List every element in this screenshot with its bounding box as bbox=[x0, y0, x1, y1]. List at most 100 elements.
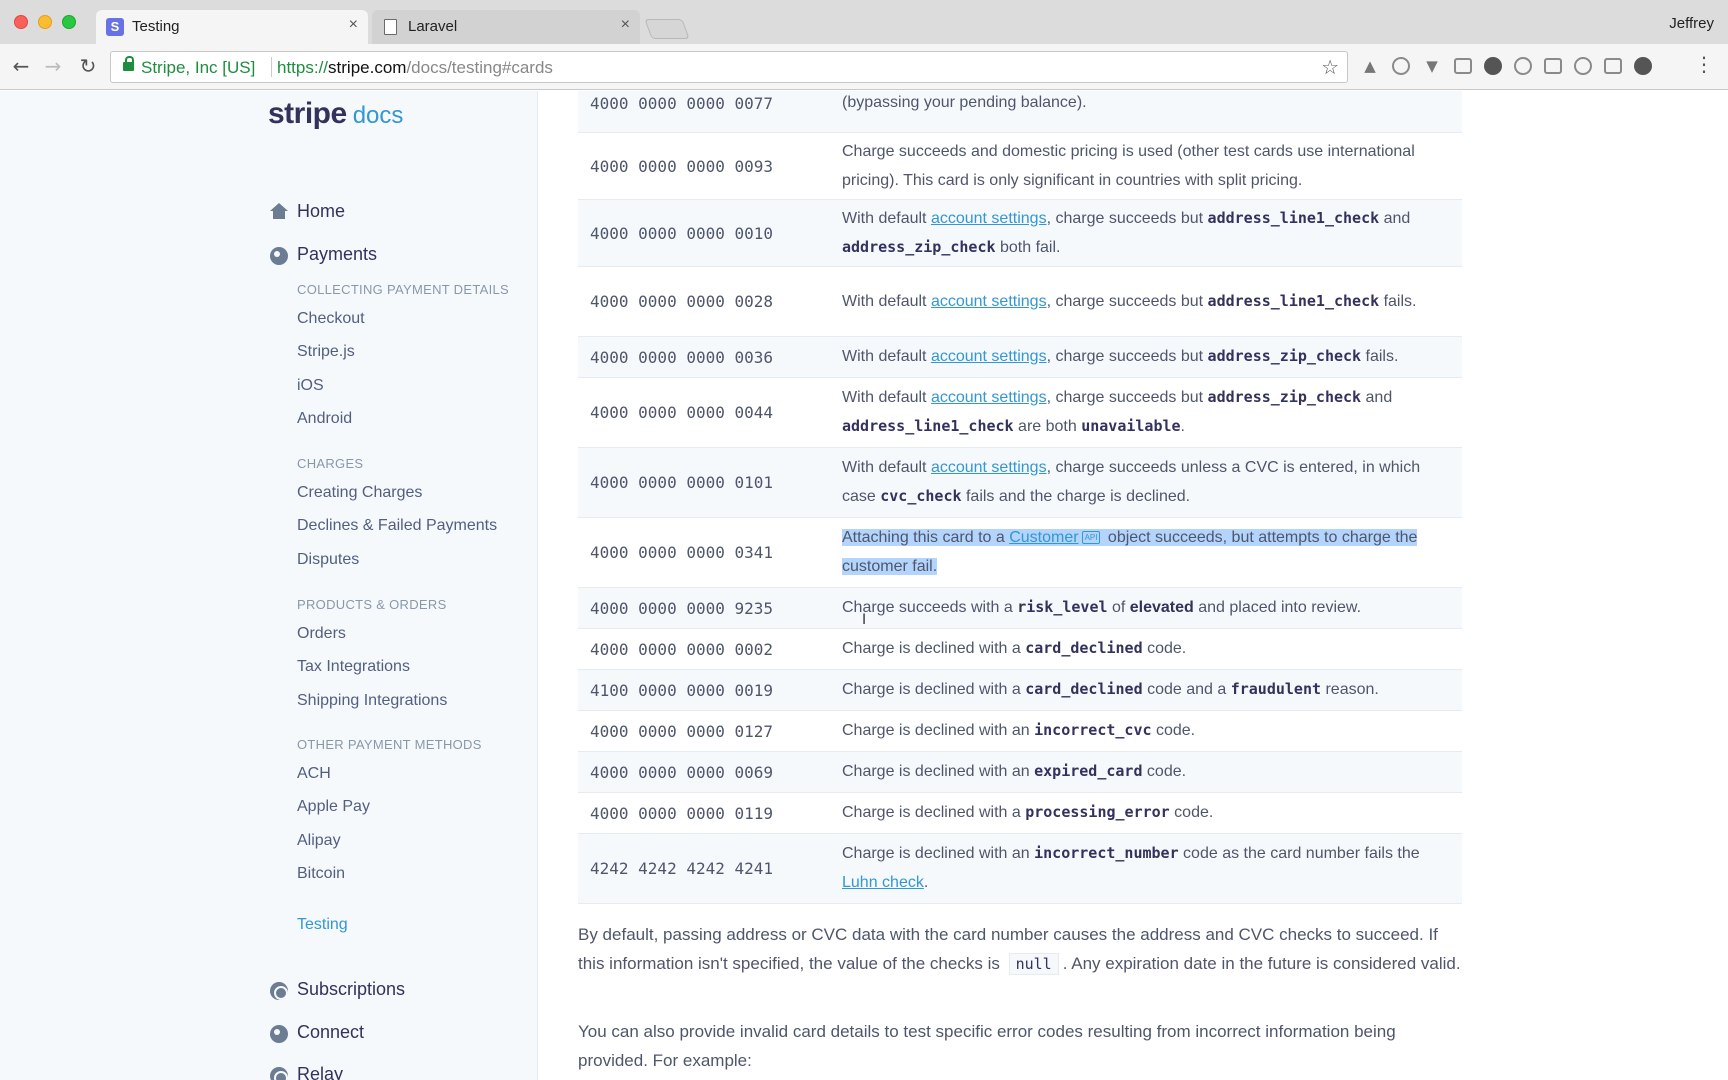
card-number[interactable]: 4000 0000 0000 0002 bbox=[578, 629, 842, 670]
sidebar-item-bitcoin[interactable]: Bitcoin bbox=[297, 865, 345, 883]
sidebar-item-stripejs[interactable]: Stripe.js bbox=[297, 343, 355, 361]
relay-icon bbox=[270, 1067, 288, 1080]
sidebar-item-creating-charges[interactable]: Creating Charges bbox=[297, 484, 422, 502]
card-description: With default account settings, charge su… bbox=[842, 388, 1393, 435]
account-settings-link[interactable]: account settings bbox=[931, 293, 1047, 310]
extension-icons: ▲ ▼ bbox=[1360, 56, 1652, 78]
sidebar-item-disputes[interactable]: Disputes bbox=[297, 551, 359, 569]
new-tab-button[interactable] bbox=[644, 19, 690, 39]
sidebar-item-ios[interactable]: iOS bbox=[297, 377, 324, 395]
sidebar-item-orders[interactable]: Orders bbox=[297, 625, 346, 643]
luhn-check-link[interactable]: Luhn check bbox=[842, 874, 924, 891]
browser-menu-icon[interactable]: ⋮ bbox=[1694, 54, 1714, 74]
account-settings-link[interactable]: account settings bbox=[931, 348, 1047, 365]
account-settings-link[interactable]: account settings bbox=[931, 459, 1047, 476]
card-number[interactable]: 4000 0000 0000 9235 bbox=[578, 588, 842, 629]
address-bar[interactable]: Stripe, Inc [US] https://stripe.com/docs… bbox=[110, 51, 1348, 83]
default-checks-paragraph: By default, passing address or CVC data … bbox=[578, 925, 1461, 975]
card-number[interactable]: 4000 0000 0000 0036 bbox=[578, 337, 842, 378]
ev-certificate-label[interactable]: Stripe, Inc [US] bbox=[141, 58, 255, 78]
extension-skype-icon[interactable] bbox=[1574, 57, 1592, 75]
card-description: Charge succeeds and domestic pricing is … bbox=[842, 142, 1415, 189]
tab-laravel[interactable]: Laravel × bbox=[372, 10, 640, 44]
card-description: Charge is declined with a card_declined … bbox=[842, 639, 1187, 657]
docs-sidebar: stripe docs Home Payments COLLECTING PAYM… bbox=[0, 91, 538, 1080]
card-number[interactable]: 4000 0000 0000 0101 bbox=[578, 448, 842, 518]
card-number[interactable]: 4242 4242 4242 4241 bbox=[578, 834, 842, 904]
browser-tab-bar: S Testing × Laravel × Jeffrey bbox=[0, 0, 1728, 44]
back-arrow-icon[interactable]: ← bbox=[8, 53, 34, 79]
sidebar-item-ach[interactable]: ACH bbox=[297, 765, 331, 783]
sidebar-item-declines[interactable]: Declines & Failed Payments bbox=[297, 517, 497, 535]
card-number[interactable]: 4000 0000 0000 0119 bbox=[578, 793, 842, 834]
extension-circle-icon[interactable] bbox=[1514, 57, 1532, 75]
section-heading-charges: CHARGES bbox=[297, 456, 364, 471]
sidebar-item-checkout[interactable]: Checkout bbox=[297, 310, 365, 328]
card-number[interactable]: 4000 0000 0000 0077 bbox=[578, 91, 842, 133]
extension-dark-icon[interactable] bbox=[1634, 57, 1652, 75]
tab-close-icon[interactable]: × bbox=[621, 16, 630, 34]
window-close-button[interactable] bbox=[14, 15, 28, 29]
home-icon bbox=[270, 203, 288, 219]
lock-icon bbox=[123, 56, 134, 71]
card-number[interactable]: 4000 0000 0000 0093 bbox=[578, 133, 842, 200]
reload-icon[interactable]: ↻ bbox=[75, 53, 101, 79]
profile-name[interactable]: Jeffrey bbox=[1669, 15, 1714, 32]
extension-card-icon[interactable] bbox=[1454, 58, 1472, 74]
tab-title: Laravel bbox=[408, 18, 458, 35]
table-row: 4100 0000 0000 0019 Charge is declined w… bbox=[578, 669, 1462, 711]
stripe-favicon-icon: S bbox=[106, 18, 124, 36]
account-settings-link[interactable]: account settings bbox=[931, 210, 1047, 227]
card-number[interactable]: 4000 0000 0000 0028 bbox=[578, 267, 842, 337]
sidebar-item-tax-integrations[interactable]: Tax Integrations bbox=[297, 658, 410, 676]
sidebar-item-apple-pay[interactable]: Apple Pay bbox=[297, 798, 370, 816]
url-host: stripe.com bbox=[328, 58, 407, 77]
extension-triangle-icon[interactable]: ▲ bbox=[1360, 56, 1380, 76]
sidebar-item-testing[interactable]: Testing bbox=[297, 916, 348, 934]
card-description: With default account settings, charge su… bbox=[842, 291, 1417, 310]
card-description: Charge is declined with a card_declined … bbox=[842, 680, 1379, 698]
table-row: 4000 0000 0000 0101 With default account… bbox=[578, 447, 1462, 518]
extension-sync-icon[interactable] bbox=[1484, 57, 1502, 75]
table-row: 4000 0000 0000 0036 With default account… bbox=[578, 336, 1462, 378]
card-number[interactable]: 4000 0000 0000 0044 bbox=[578, 378, 842, 448]
card-number[interactable]: 4000 0000 0000 0341 bbox=[578, 518, 842, 588]
card-description: With default account settings, charge su… bbox=[842, 208, 1411, 256]
extension-info-icon[interactable] bbox=[1392, 57, 1410, 75]
tab-close-icon[interactable]: × bbox=[349, 16, 358, 34]
api-badge[interactable]: API bbox=[1081, 531, 1101, 545]
table-row: 4000 0000 0000 0044 With default account… bbox=[578, 377, 1462, 448]
section-heading-products: PRODUCTS & ORDERS bbox=[297, 597, 447, 612]
url-text[interactable]: https://stripe.com/docs/testing#cards bbox=[277, 58, 553, 78]
card-description: Charge is declined with a processing_err… bbox=[842, 803, 1214, 821]
card-description: Charge is declined with an expired_card … bbox=[842, 762, 1187, 780]
table-row: 4000 0000 0000 0119 Charge is declined w… bbox=[578, 792, 1462, 834]
card-number[interactable]: 4100 0000 0000 0019 bbox=[578, 670, 842, 711]
sidebar-item-alipay[interactable]: Alipay bbox=[297, 832, 341, 850]
extension-box-icon[interactable] bbox=[1544, 58, 1562, 74]
text-cursor-icon: I bbox=[862, 612, 867, 628]
card-number[interactable]: 4000 0000 0000 0069 bbox=[578, 752, 842, 793]
customer-link[interactable]: Customer bbox=[1009, 529, 1078, 546]
table-row: 4000 0000 0000 0028 With default account… bbox=[578, 266, 1462, 337]
card-description: Charge is declined with an incorrect_num… bbox=[842, 844, 1420, 891]
stripe-docs-logo[interactable]: stripe docs bbox=[268, 97, 403, 131]
url-scheme: https:// bbox=[277, 58, 329, 77]
section-heading-collecting: COLLECTING PAYMENT DETAILS bbox=[297, 282, 509, 297]
table-row: 4000 0000 0000 0002 Charge is declined w… bbox=[578, 628, 1462, 670]
forward-arrow-icon[interactable]: → bbox=[40, 53, 66, 79]
extension-v-icon[interactable]: ▼ bbox=[1422, 56, 1442, 76]
window-maximize-button[interactable] bbox=[62, 15, 76, 29]
selected-text[interactable]: Attaching this card to a Customer API obj… bbox=[842, 529, 1418, 575]
bookmark-star-icon[interactable]: ☆ bbox=[1321, 55, 1339, 80]
card-number[interactable]: 4000 0000 0000 0127 bbox=[578, 711, 842, 752]
window-minimize-button[interactable] bbox=[38, 15, 52, 29]
sidebar-item-android[interactable]: Android bbox=[297, 410, 352, 428]
extension-book-icon[interactable] bbox=[1604, 58, 1622, 74]
table-row: 4242 4242 4242 4241 Charge is declined w… bbox=[578, 833, 1462, 904]
account-settings-link[interactable]: account settings bbox=[931, 389, 1047, 406]
table-row: 4000 0000 0000 0127 Charge is declined w… bbox=[578, 710, 1462, 752]
card-number[interactable]: 4000 0000 0000 0010 bbox=[578, 200, 842, 267]
tab-testing[interactable]: S Testing × bbox=[96, 10, 368, 44]
sidebar-item-shipping-integrations[interactable]: Shipping Integrations bbox=[297, 692, 447, 710]
